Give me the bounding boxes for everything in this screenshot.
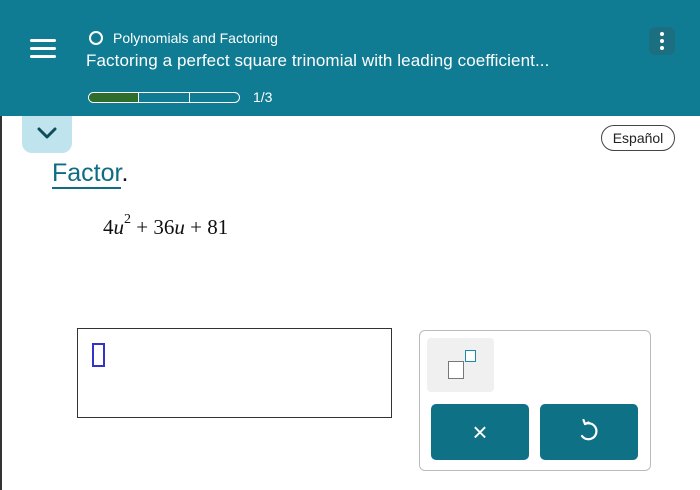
- answer-input[interactable]: [77, 328, 392, 418]
- hamburger-menu-icon[interactable]: [24, 34, 62, 64]
- top-header: Polynomials and Factoring Factoring a pe…: [0, 0, 700, 116]
- page-left-border: [0, 116, 2, 490]
- lesson-title: Factoring a perfect square trinomial wit…: [86, 51, 550, 70]
- variable: u: [113, 215, 125, 239]
- undo-arrow-icon: [580, 419, 598, 441]
- operator: +: [184, 215, 208, 239]
- page: Polynomials and Factoring Factoring a pe…: [0, 0, 700, 490]
- topic-row: Polynomials and Factoring: [89, 29, 278, 47]
- vertical-dots-icon[interactable]: [649, 27, 675, 55]
- circle-icon: [89, 31, 103, 45]
- progress-segment-complete: [89, 92, 140, 102]
- progress-text: 1/3: [253, 89, 273, 105]
- clear-button[interactable]: ×: [431, 404, 529, 460]
- coefficient: 4: [103, 215, 114, 239]
- input-cursor-box: [92, 343, 105, 367]
- factor-link[interactable]: Factor: [52, 159, 122, 189]
- exponent: 2: [124, 212, 131, 227]
- operator: +: [131, 215, 154, 239]
- constant: 81: [207, 215, 229, 239]
- progress-bar: [88, 91, 240, 103]
- undo-button[interactable]: [540, 404, 638, 460]
- superscript-box-icon: [448, 361, 464, 379]
- instruction: Factor.: [52, 158, 129, 189]
- variable: u: [174, 215, 185, 239]
- exponent-button[interactable]: [427, 338, 494, 392]
- instruction-period: .: [121, 159, 129, 187]
- collapse-button[interactable]: [22, 116, 72, 153]
- superscript-power-box-icon: [465, 350, 476, 362]
- progress-segment-empty: [139, 92, 190, 102]
- math-expression: 4u2 + 36u + 81: [103, 212, 229, 240]
- topic-title: Polynomials and Factoring: [113, 30, 278, 46]
- coefficient: 36: [153, 215, 175, 239]
- language-button[interactable]: Español: [601, 125, 675, 151]
- progress-indicator: 1/3: [88, 88, 272, 106]
- chevron-down-icon: [37, 127, 57, 139]
- progress-segment-empty: [190, 93, 239, 102]
